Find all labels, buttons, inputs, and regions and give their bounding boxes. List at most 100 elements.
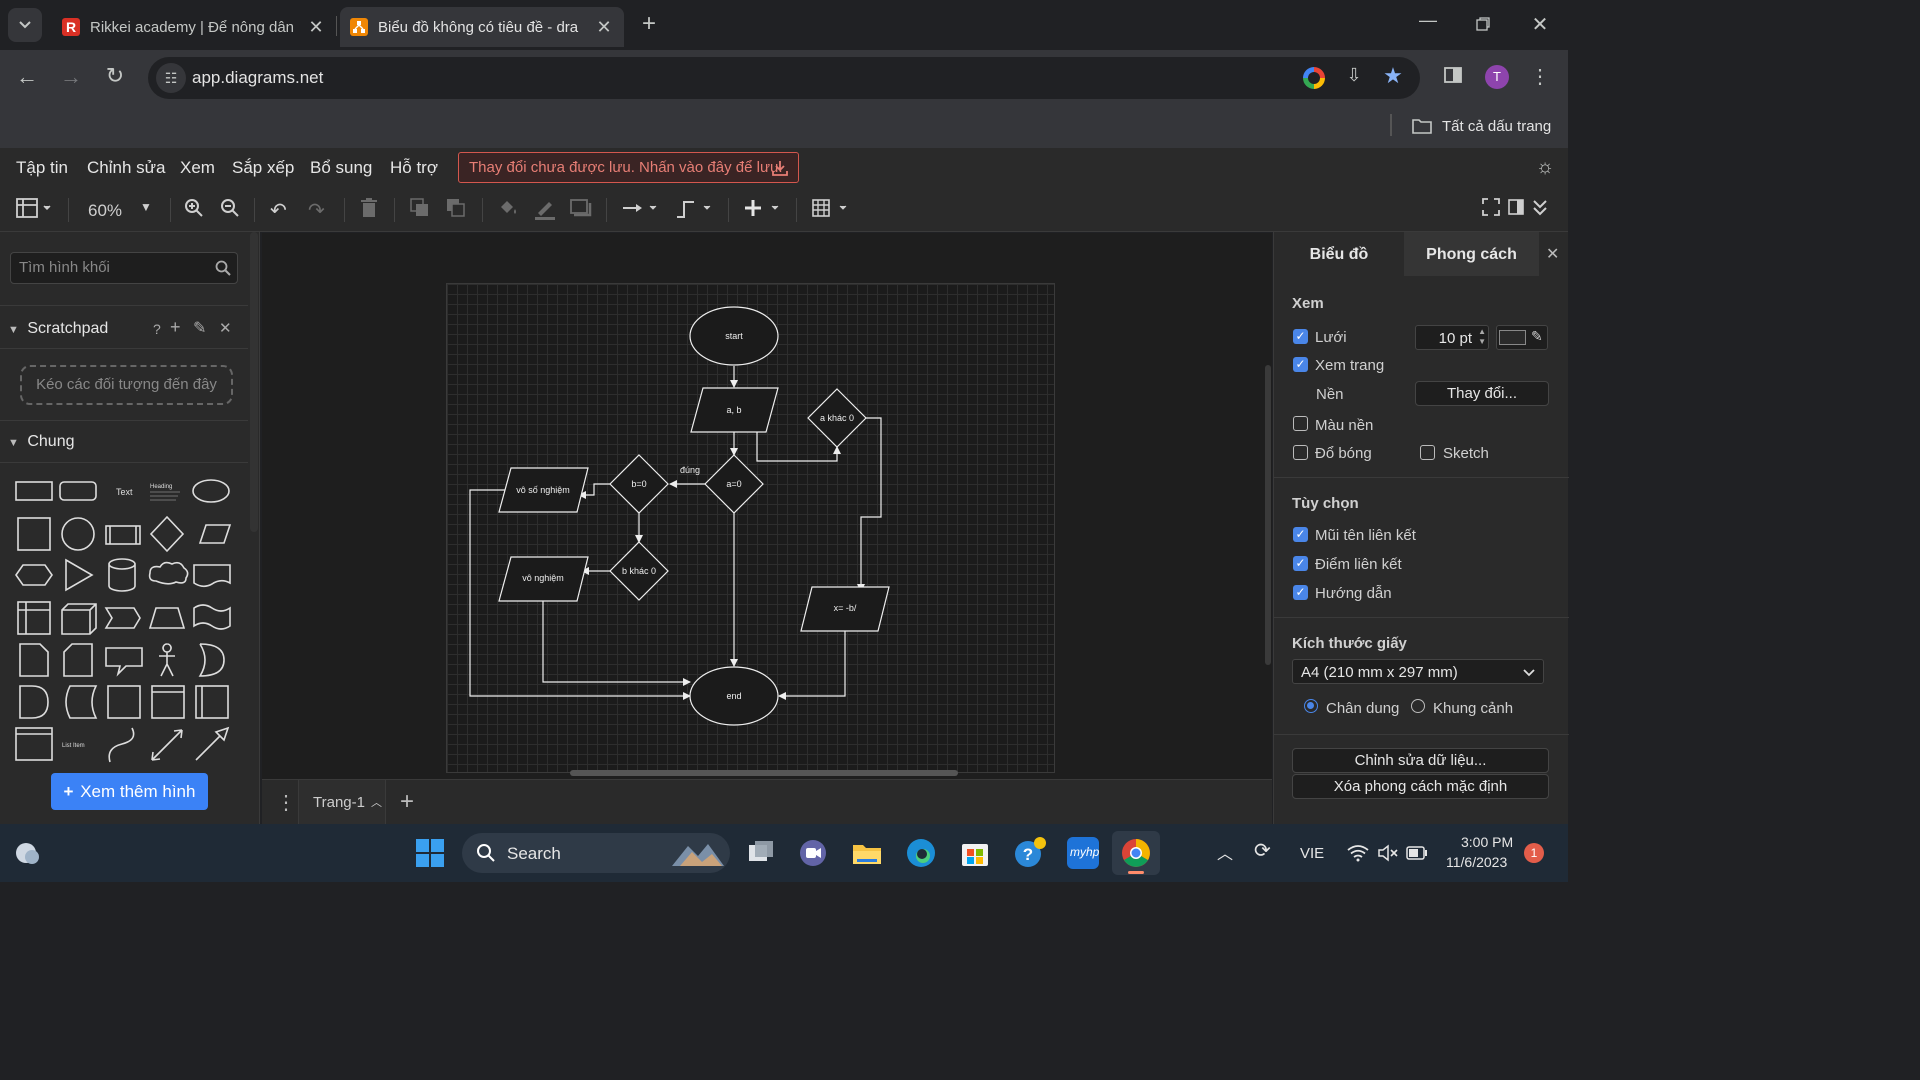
side-panel-icon[interactable] — [1442, 66, 1464, 86]
shape-note[interactable] — [19, 643, 49, 677]
shadow-checkbox[interactable] — [1293, 445, 1308, 460]
eyedropper-icon[interactable]: ✎ — [1531, 328, 1543, 345]
edit-data-button[interactable]: Chỉnh sửa dữ liệu... — [1292, 748, 1549, 773]
all-bookmarks-button[interactable]: Tất cả dấu trang — [1412, 113, 1551, 139]
notification-badge[interactable]: 1 — [1524, 843, 1544, 863]
battery-icon[interactable] — [1406, 846, 1428, 860]
close-tab-icon[interactable]: ✕ — [594, 17, 614, 38]
pages-menu-icon[interactable]: ⋮ — [276, 790, 296, 815]
shape-or[interactable] — [198, 643, 225, 677]
page-tab[interactable]: Trang-1 ︿ — [298, 780, 386, 825]
view-panels-button[interactable] — [16, 198, 52, 223]
tab-diagram[interactable]: Biểu đồ — [1274, 232, 1404, 276]
bookmark-star-icon[interactable]: ★ — [1380, 63, 1406, 89]
shape-rounded-rectangle[interactable] — [59, 481, 97, 501]
shape-data-storage[interactable] — [65, 685, 98, 719]
shape-square[interactable] — [17, 517, 51, 551]
shape-process[interactable] — [105, 525, 141, 545]
shape-tape[interactable] — [193, 604, 231, 630]
background-color-checkbox[interactable] — [1293, 416, 1308, 431]
redo-icon[interactable]: ↷ — [308, 198, 325, 223]
menu-extras[interactable]: Bổ sung — [310, 158, 372, 178]
more-shapes-button[interactable]: + Xem thêm hình — [51, 773, 208, 810]
shape-arrow[interactable] — [195, 726, 230, 761]
scratchpad-edit-icon[interactable]: ✎ — [193, 318, 206, 338]
undo-icon[interactable]: ↶ — [270, 198, 287, 223]
unsaved-changes-button[interactable]: Thay đổi chưa được lưu. Nhấn vào đây để … — [458, 152, 799, 183]
shape-text-label[interactable]: Text — [116, 487, 133, 497]
shape-cylinder[interactable] — [108, 558, 136, 592]
install-app-icon[interactable]: ⇩ — [1341, 65, 1367, 86]
shape-bidirectional-arrow[interactable] — [151, 729, 183, 761]
connection-points-checkbox[interactable]: ✓ — [1293, 556, 1308, 571]
chrome-taskbar-icon[interactable] — [1112, 831, 1160, 875]
to-front-icon[interactable] — [410, 198, 430, 223]
shape-parallelogram[interactable] — [198, 524, 232, 544]
horizontal-scrollbar[interactable] — [570, 770, 958, 776]
microsoft-store-icon[interactable] — [959, 837, 991, 869]
shape-triangle[interactable] — [65, 558, 94, 592]
shape-container[interactable] — [151, 685, 185, 719]
menu-help[interactable]: Hỗ trợ — [390, 158, 438, 178]
show-hidden-icons[interactable]: ︿ — [1217, 840, 1233, 864]
menu-edit[interactable]: Chỉnh sửa — [87, 158, 165, 178]
collapse-icon[interactable] — [1532, 198, 1548, 221]
myhp-icon[interactable]: myhp — [1067, 837, 1099, 869]
clear-default-style-button[interactable]: Xóa phong cách mặc định — [1292, 774, 1549, 799]
shape-heading-label[interactable]: Heading — [150, 484, 172, 490]
add-page-icon[interactable]: + — [400, 788, 414, 816]
scratchpad-header[interactable]: ▼ Scratchpad — [8, 320, 108, 338]
connection-arrows-checkbox[interactable]: ✓ — [1293, 527, 1308, 542]
shape-swimlane[interactable] — [195, 685, 229, 719]
to-back-icon[interactable] — [446, 198, 466, 223]
close-panel-icon[interactable]: ✕ — [1546, 244, 1559, 264]
shape-internal-storage[interactable] — [17, 601, 51, 635]
line-color-icon[interactable] — [534, 198, 556, 225]
shape-step[interactable] — [104, 607, 141, 629]
volume-muted-icon[interactable] — [1377, 844, 1399, 862]
menu-arrange[interactable]: Sắp xếp — [232, 158, 294, 178]
shape-cloud[interactable] — [148, 561, 189, 585]
back-icon[interactable]: ← — [14, 64, 40, 90]
reload-icon[interactable]: ↻ — [102, 63, 128, 89]
search-icon[interactable] — [215, 260, 231, 276]
scratchpad-help-icon[interactable]: ? — [153, 321, 161, 337]
shape-diamond[interactable] — [149, 515, 185, 553]
task-view-icon[interactable] — [745, 837, 777, 869]
vertical-scrollbar[interactable] — [1265, 365, 1271, 665]
wifi-icon[interactable] — [1347, 844, 1369, 862]
browser-tab-drawio[interactable]: Biểu đồ không có tiêu đề - dra ✕ — [340, 7, 624, 47]
shape-list-item-label[interactable]: List Item — [62, 743, 85, 749]
general-shapes-header[interactable]: ▼ Chung — [8, 433, 75, 451]
insert-icon[interactable] — [744, 198, 784, 223]
change-background-button[interactable]: Thay đổi... — [1415, 381, 1549, 406]
teams-icon[interactable] — [797, 837, 829, 869]
delete-icon[interactable] — [360, 198, 378, 223]
edge-icon[interactable] — [905, 837, 937, 869]
shape-list[interactable] — [15, 727, 53, 761]
table-icon[interactable] — [812, 198, 852, 223]
close-tab-icon[interactable]: ✕ — [306, 17, 326, 38]
chevron-up-icon[interactable]: ︿ — [371, 794, 382, 810]
scratchpad-dropzone[interactable]: Kéo các đối tượng đến đây — [20, 365, 233, 405]
chrome-menu-icon[interactable]: ⋮ — [1530, 64, 1550, 89]
shape-trapezoid[interactable] — [148, 607, 186, 629]
shape-cube[interactable] — [61, 603, 97, 635]
shape-search-input[interactable]: Tìm hình khối — [10, 252, 238, 284]
shape-document[interactable] — [193, 564, 231, 588]
grid-color-swatch[interactable]: ✎ — [1496, 325, 1548, 350]
forward-icon[interactable]: → — [58, 64, 84, 90]
address-bar[interactable]: ☷ app.diagrams.net ⇩ ★ — [148, 57, 1420, 99]
weather-icon[interactable] — [12, 837, 44, 869]
theme-toggle-icon[interactable]: ☼ — [1534, 156, 1556, 179]
menu-view[interactable]: Xem — [180, 158, 215, 178]
clock-time[interactable]: 3:00 PM — [1461, 834, 1513, 850]
page-view-checkbox[interactable]: ✓ — [1293, 357, 1308, 372]
grid-size-input[interactable]: 10 pt ▲ ▼ — [1415, 325, 1489, 350]
portrait-radio[interactable] — [1304, 699, 1318, 713]
shape-actor[interactable] — [159, 643, 175, 677]
new-tab-icon[interactable]: + — [636, 10, 662, 38]
tab-search-button[interactable] — [8, 8, 42, 42]
file-explorer-icon[interactable] — [851, 837, 883, 869]
connection-style-icon[interactable] — [622, 198, 662, 223]
